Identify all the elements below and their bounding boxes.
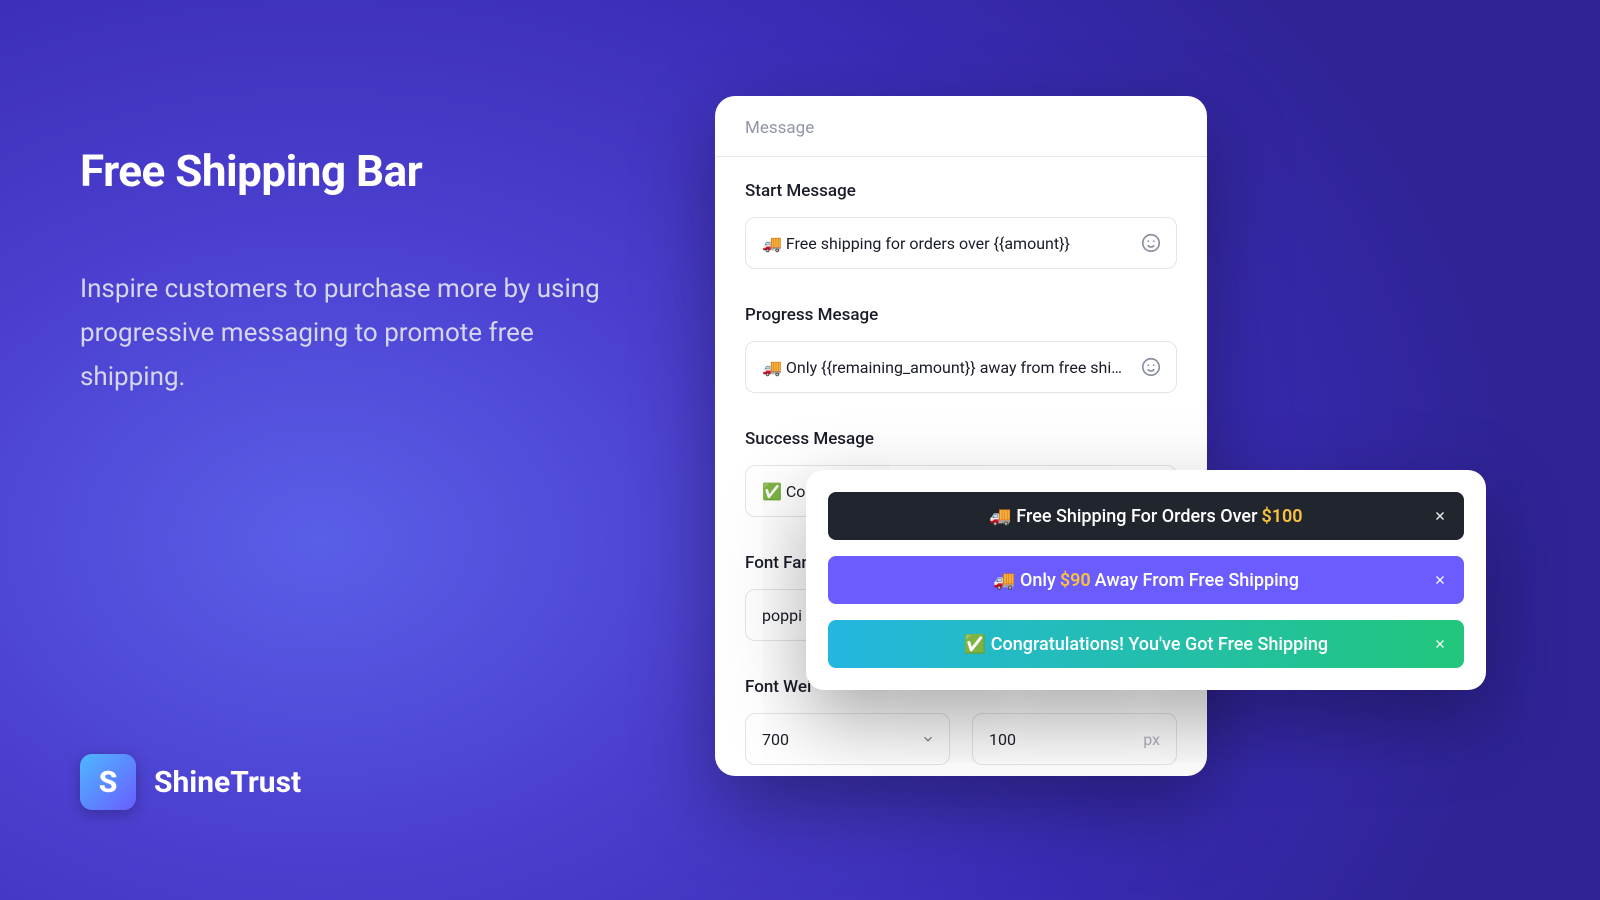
preview-bar-start: 🚚 Free Shipping For Orders Over$100 [828, 492, 1464, 540]
progress-message-label: Progress Mesage [745, 305, 1177, 325]
font-weight-value: 700 [762, 730, 789, 749]
start-message-input[interactable]: 🚚 Free shipping for orders over {{amount… [745, 217, 1177, 269]
emoji-picker-icon[interactable] [1140, 356, 1162, 378]
size-unit: px [1143, 730, 1160, 749]
chevron-down-icon [921, 732, 935, 746]
emoji-picker-icon[interactable] [1140, 232, 1162, 254]
preview-bar-success: ✅ Congratulations! You've Got Free Shipp… [828, 620, 1464, 668]
brand-initial: S [99, 765, 118, 800]
bar1-amount: $100 [1261, 506, 1302, 527]
bar1-prefix: 🚚 Free Shipping For Orders Over [989, 506, 1257, 527]
brand: S ShineTrust [80, 754, 301, 810]
bar2-suffix: Away From Free Shipping [1095, 570, 1299, 591]
page-title: Free Shipping Bar [80, 145, 640, 197]
field-progress-message: Progress Mesage 🚚 Only {{remaining_amoun… [745, 305, 1177, 393]
brand-name: ShineTrust [154, 765, 301, 800]
close-icon[interactable] [1430, 570, 1450, 590]
field-font-weight-row: Font Wei 700 100 px [745, 677, 1177, 765]
bar2-amount: $90 [1060, 570, 1091, 591]
start-message-value: 🚚 Free shipping for orders over {{amount… [762, 234, 1126, 253]
canvas: Free Shipping Bar Inspire customers to p… [0, 0, 1600, 900]
hero-copy: Free Shipping Bar Inspire customers to p… [80, 145, 640, 400]
page-description: Inspire customers to purchase more by us… [80, 267, 640, 400]
brand-logo: S [80, 754, 136, 810]
size-input[interactable]: 100 px [972, 713, 1177, 765]
start-message-label: Start Message [745, 181, 1177, 201]
font-family-value: poppi [762, 606, 802, 625]
preview-bar-success-text: ✅ Congratulations! You've Got Free Shipp… [964, 634, 1328, 655]
size-value: 100 [989, 730, 1016, 749]
close-icon[interactable] [1430, 506, 1450, 526]
bar2-prefix: 🚚 Only [993, 570, 1056, 591]
preview-bar-progress-text: 🚚 Only$90Away From Free Shipping [993, 570, 1299, 591]
close-icon[interactable] [1430, 634, 1450, 654]
success-message-label: Success Mesage [745, 429, 1177, 449]
preview-bar-start-text: 🚚 Free Shipping For Orders Over$100 [989, 506, 1302, 527]
preview-bar-progress: 🚚 Only$90Away From Free Shipping [828, 556, 1464, 604]
progress-message-input[interactable]: 🚚 Only {{remaining_amount}} away from fr… [745, 341, 1177, 393]
card-section-title: Message [715, 96, 1207, 157]
preview-panel: 🚚 Free Shipping For Orders Over$100 🚚 On… [806, 470, 1486, 690]
progress-message-value: 🚚 Only {{remaining_amount}} away from fr… [762, 358, 1126, 377]
field-start-message: Start Message 🚚 Free shipping for orders… [745, 181, 1177, 269]
font-weight-select[interactable]: 700 [745, 713, 950, 765]
